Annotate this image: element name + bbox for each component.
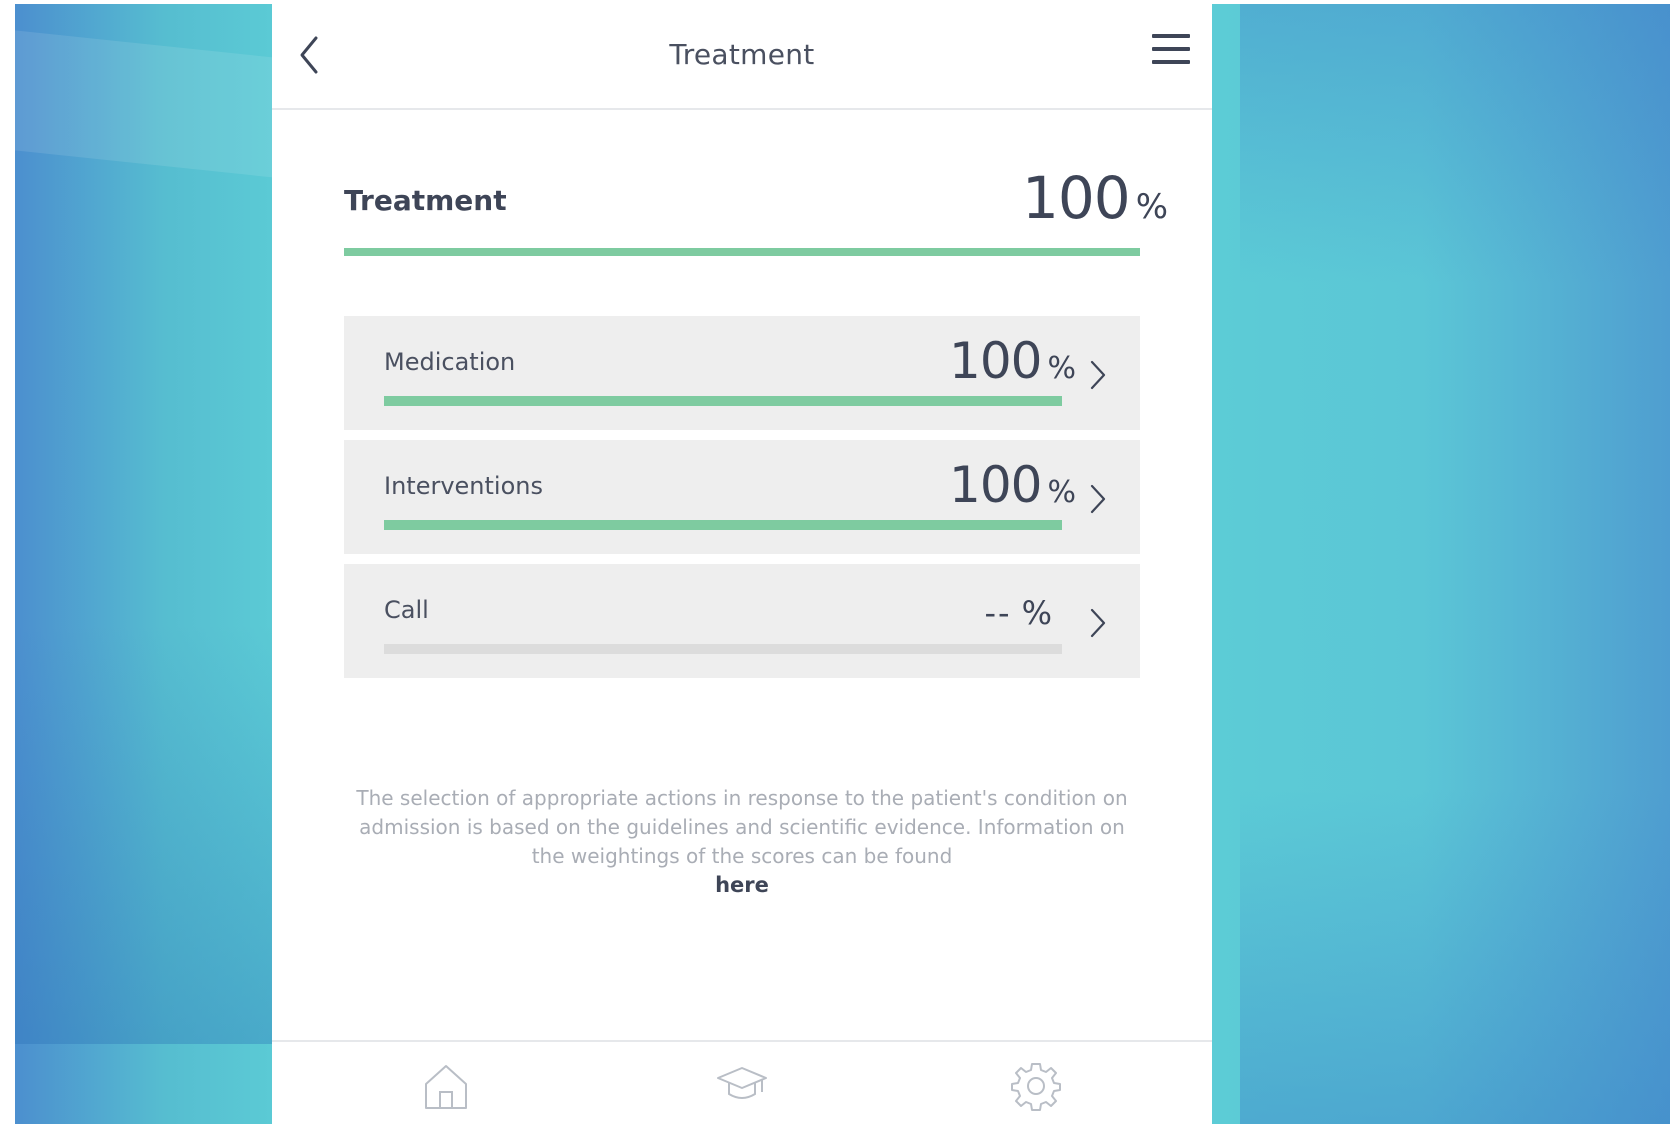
summary-score: Treatment 100% — [344, 164, 1168, 260]
category-number: -- — [984, 594, 1012, 632]
info-link-here[interactable]: here — [352, 871, 1132, 900]
nav-settings-button[interactable] — [1010, 1060, 1062, 1112]
hamburger-icon — [1152, 34, 1190, 64]
header-bar: Treatment — [272, 4, 1212, 110]
category-unit: % — [1047, 351, 1076, 386]
chevron-right-icon — [1090, 360, 1106, 390]
category-progress-bar — [384, 520, 1062, 530]
category-unit: % — [1021, 594, 1052, 632]
category-card-medication[interactable]: Medication 100% — [344, 316, 1140, 430]
summary-progress-bar — [344, 248, 1140, 256]
nav-learn-button[interactable] — [716, 1060, 768, 1112]
category-number: 100 — [949, 332, 1042, 390]
page-title: Treatment — [669, 38, 815, 71]
app-panel: Treatment Treatment 100% Medication 100% — [272, 4, 1212, 1124]
background-decoration — [1240, 4, 1670, 1124]
summary-unit: % — [1135, 187, 1168, 227]
menu-button[interactable] — [1150, 32, 1192, 68]
summary-label: Treatment — [344, 184, 507, 217]
category-progress-fill — [384, 396, 1062, 406]
bottom-nav — [272, 1040, 1212, 1126]
category-progress-bar — [384, 644, 1062, 654]
category-value: 100% — [949, 456, 1076, 514]
category-progress-bar — [384, 396, 1062, 406]
background-decoration — [15, 624, 285, 1044]
category-label: Interventions — [384, 472, 543, 500]
summary-progress-fill — [344, 248, 1140, 256]
category-card-call[interactable]: Call --% — [344, 564, 1140, 678]
category-progress-fill — [384, 520, 1062, 530]
category-unit: % — [1047, 475, 1076, 510]
graduation-cap-icon — [717, 1067, 767, 1099]
category-card-interventions[interactable]: Interventions 100% — [344, 440, 1140, 554]
category-label: Call — [384, 596, 429, 624]
summary-number: 100 — [1021, 164, 1131, 232]
chevron-right-icon — [1090, 608, 1106, 638]
gear-icon — [1011, 1063, 1061, 1111]
nav-home-button[interactable] — [420, 1060, 472, 1112]
background-decoration — [15, 30, 275, 178]
info-text: The selection of appropriate actions in … — [356, 786, 1128, 868]
category-value: --% — [985, 594, 1053, 632]
chevron-right-icon — [1090, 484, 1106, 514]
summary-value: 100% — [1022, 164, 1168, 232]
info-text-block: The selection of appropriate actions in … — [352, 784, 1132, 900]
category-label: Medication — [384, 348, 516, 376]
category-number: 100 — [949, 456, 1042, 514]
category-value: 100% — [949, 332, 1076, 390]
home-icon — [425, 1065, 467, 1109]
